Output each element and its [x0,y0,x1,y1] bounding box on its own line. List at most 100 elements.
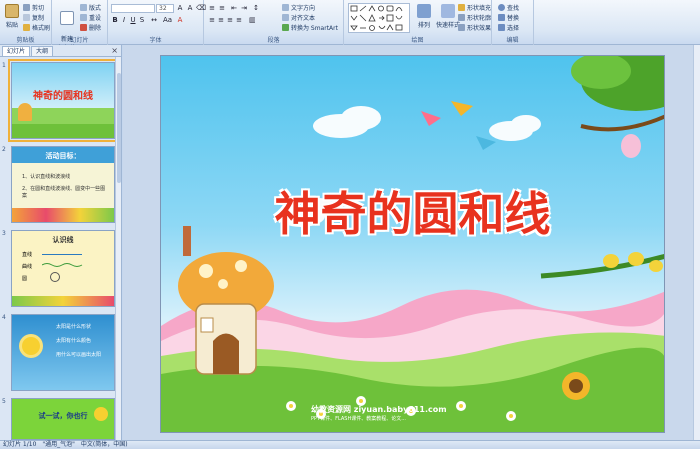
grow-font-button[interactable]: A [176,4,184,12]
shape-fill-button[interactable]: 形状填充 [458,3,491,12]
layout-icon [80,4,87,11]
paragraph-group: ≡ ≡ ⇤ ⇥ ↕ ≡ ≡ ≡ ≡ ▥ 文字方向 对齐文本 转换为 SmartA… [204,0,344,45]
thumb-line: 用什么可以画出太阳 [56,352,102,358]
convert-smartart-button[interactable]: 转换为 SmartArt [282,23,338,32]
columns-button[interactable]: ▥ [248,16,256,24]
flowers-image [12,296,114,306]
delete-slide-button[interactable]: 删除 [80,23,101,32]
font-size-combo[interactable]: 32 [156,4,174,13]
replace-button[interactable]: 替换 [498,13,519,22]
font-color-button[interactable]: A [176,16,184,24]
thumb-line: 太阳有什么颜色 [56,338,92,344]
shape-outline-button[interactable]: 形状轮廓 [458,13,491,22]
find-icon [498,4,505,11]
numbering-button[interactable]: ≡ [218,4,226,12]
editor-scrollbar[interactable] [693,45,700,440]
thumb-line: 圆 [22,276,28,282]
grass-image [12,124,114,138]
thumb-line: 直线 [22,252,33,258]
font-group: 32 A A ⌫ B I U S ↔ Aa A 字体 [108,0,206,45]
thumb-title: 认识线 [52,236,74,244]
align-left-button[interactable]: ≡ [208,16,216,24]
change-case-button[interactable]: Aa [162,16,172,24]
slide-thumbnail-3[interactable]: 认识线 直线 曲线 圆 [11,230,115,307]
status-bar: 幻灯片 1/10 "通用_气泡" 中文(简体，中国) [0,440,700,449]
mushroom-house-image [18,103,32,121]
increase-indent-button[interactable]: ⇥ [240,4,248,12]
strikethrough-button[interactable]: S [138,16,146,24]
drawing-group: 排列 快速样式 形状填充 形状轮廓 形状效果 绘图 [344,0,492,45]
slide-thumbnail-1[interactable]: 神奇的圆和线 [8,59,118,142]
ribbon: 粘贴 剪切 复制 格式刷 剪贴板 新建 幻灯片 版式 重设 删除 幻灯片 32 [0,0,700,52]
clipboard-label: 剪贴板 [16,37,35,44]
align-text-button[interactable]: 对齐文本 [282,13,315,22]
effects-icon [458,24,465,31]
thumb-number: 2 [2,146,6,153]
shapes-icon [350,5,403,31]
thumb-line: 太阳是什么形状 [56,324,92,330]
shape-effects-button[interactable]: 形状效果 [458,23,491,32]
shapes-gallery[interactable] [348,3,410,33]
language-status[interactable]: 中文(简体，中国) [81,441,128,449]
italic-button[interactable]: I [120,16,128,24]
scroll-thumb[interactable] [117,73,121,183]
slides-label: 幻灯片 [70,37,89,44]
align-center-button[interactable]: ≡ [217,16,225,24]
char-spacing-button[interactable]: ↔ [150,16,158,24]
reset-icon [80,14,87,21]
straight-line-shape [42,254,82,255]
clear-format-icon[interactable]: ⌫ [195,4,206,12]
thumb-title: 神奇的圆和线 [33,91,93,102]
tab-outline[interactable]: 大纲 [31,46,54,56]
pen-icon [458,14,465,21]
cut-button[interactable]: 剪切 [23,3,44,12]
paint-bucket-icon [458,4,465,11]
replace-icon [498,14,505,21]
thumb-number: 1 [2,62,6,69]
slide-title[interactable]: 神奇的圆和线 [161,178,664,244]
align-right-button[interactable]: ≡ [226,16,234,24]
scissors-icon [23,4,30,11]
justify-button[interactable]: ≡ [235,16,243,24]
shrink-font-button[interactable]: A [186,4,194,12]
decrease-indent-button[interactable]: ⇤ [230,4,238,12]
slide-thumbnail-4[interactable]: 太阳是什么形状 太阳有什么颜色 用什么可以画出太阳 [11,314,115,391]
slide-thumbnail-2[interactable]: 活动目标： 1、认识直线和波浪线 2、在圆和直线波浪线、圆变中一些图案 [11,146,115,223]
font-name-combo[interactable] [111,4,155,13]
find-button[interactable]: 查找 [498,3,519,12]
reset-button[interactable]: 重设 [80,13,101,22]
arrange-button[interactable]: 排列 [414,4,434,29]
sun-image [22,337,40,355]
font-label: 字体 [149,37,162,44]
watermark-subtext: PPT课件、FLASH课件、教案教程、论文... [311,416,406,422]
select-button[interactable]: 选择 [498,23,519,32]
thumb-number: 5 [2,398,6,405]
slide-background-art [161,56,664,432]
arrange-icon [417,4,431,18]
copy-button[interactable]: 复制 [23,13,44,22]
line-spacing-button[interactable]: ↕ [252,4,260,12]
new-slide-icon [60,11,74,25]
delete-icon [80,24,87,31]
bold-button[interactable]: B [111,16,119,24]
slides-group: 新建 幻灯片 版式 重设 删除 幻灯片 [52,0,108,52]
close-icon[interactable]: × [111,46,118,55]
slide-thumbnail-5[interactable]: 试一试，你也行 [11,398,115,440]
current-slide[interactable]: 神奇的圆和线 幼教资源网 ziyuan.baby611.com PPT课件、FL… [160,55,665,433]
theme-status: "通用_气泡" [42,441,75,448]
quick-styles-icon [441,4,455,18]
quick-styles-button[interactable]: 快速样式 [436,4,460,29]
paste-button[interactable]: 粘贴 [3,4,21,29]
pane-scrollbar[interactable] [115,57,121,440]
sun-image [94,407,108,421]
thumb-line: 1、认识直线和波浪线 [22,174,71,180]
thumb-line: 曲线 [22,264,33,270]
format-painter-button[interactable]: 格式刷 [23,23,50,32]
tab-slides[interactable]: 幻灯片 [2,46,31,56]
text-direction-button[interactable]: 文字方向 [282,3,315,12]
thumb-line: 2、在圆和直线波浪线、圆变中一些图案 [22,186,106,199]
wavy-line-shape [42,263,83,267]
underline-button[interactable]: U [129,16,137,24]
bullets-button[interactable]: ≡ [208,4,216,12]
layout-button[interactable]: 版式 [80,3,101,12]
